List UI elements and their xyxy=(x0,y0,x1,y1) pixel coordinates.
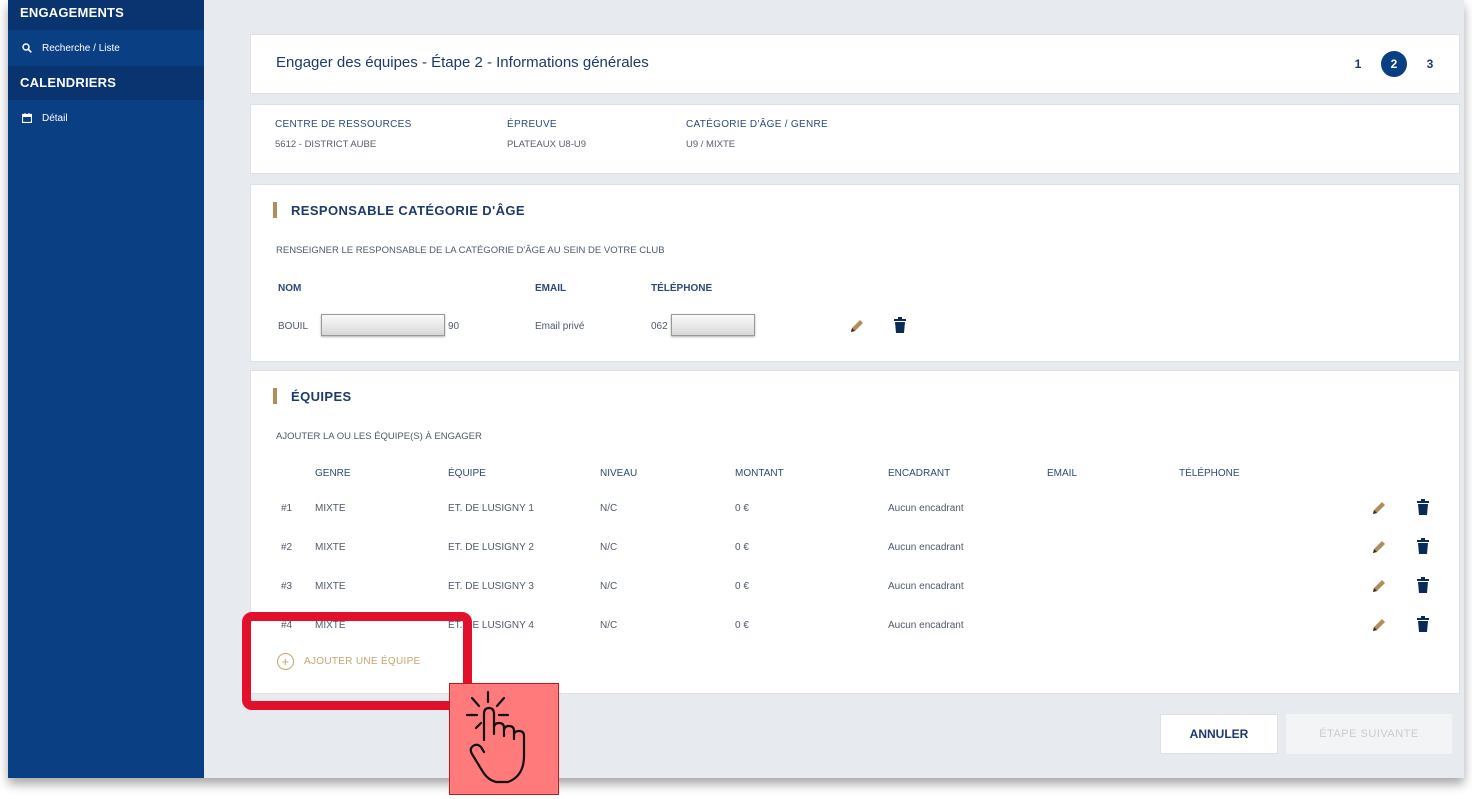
redacted-phone-box xyxy=(671,314,755,336)
equipes-section-title: ÉQUIPES xyxy=(273,388,352,404)
epreuve-label: ÉPREUVE xyxy=(507,119,557,130)
header-email: EMAIL xyxy=(535,283,567,294)
row-encadrant: Aucun encadrant xyxy=(888,620,964,631)
row-montant: 0 € xyxy=(735,542,749,553)
section-accent-bar xyxy=(273,202,277,218)
responsable-subtitle: RENSEIGNER LE RESPONSABLE DE LA CATÉGORI… xyxy=(276,245,665,256)
col-header-email: EMAIL xyxy=(1047,468,1078,479)
row-equipe: ET. DE LUSIGNY 2 xyxy=(448,542,534,553)
delete-team-button[interactable] xyxy=(1416,499,1432,515)
row-niveau: N/C xyxy=(600,503,618,514)
sidebar-item-label: Recherche / Liste xyxy=(42,42,120,54)
sidebar-item-detail[interactable]: Détail xyxy=(8,100,204,136)
row-encadrant: Aucun encadrant xyxy=(888,503,964,514)
row-genre: MIXTE xyxy=(315,581,346,592)
row-genre: MIXTE xyxy=(315,542,346,553)
row-number: #3 xyxy=(281,581,293,592)
row-montant: 0 € xyxy=(735,620,749,631)
edit-team-button[interactable] xyxy=(1371,539,1387,555)
col-header-niveau: NIVEAU xyxy=(600,468,638,479)
section-accent-bar xyxy=(273,388,277,404)
page-title: Engager des équipes - Étape 2 - Informat… xyxy=(276,54,649,71)
redacted-name-box xyxy=(321,314,445,336)
step-2-active[interactable]: 2 xyxy=(1381,51,1407,77)
row-niveau: N/C xyxy=(600,542,618,553)
row-niveau: N/C xyxy=(600,581,618,592)
sidebar-item-label: Détail xyxy=(42,112,68,124)
info-panel: CENTRE DE RESSOURCES 5612 - DISTRICT AUB… xyxy=(250,104,1460,174)
sidebar-item-recherche[interactable]: Recherche / Liste xyxy=(8,30,204,66)
trash-icon xyxy=(1417,616,1429,632)
categorie-label: CATÉGORIE D'ÂGE / GENRE xyxy=(686,119,828,130)
page-header: Engager des équipes - Étape 2 - Informat… xyxy=(250,34,1460,94)
responsable-telephone-start: 062 xyxy=(651,321,668,332)
col-header-telephone: TÉLÉPHONE xyxy=(1179,468,1240,479)
trash-icon xyxy=(1417,577,1429,593)
col-header-montant: MONTANT xyxy=(735,468,784,479)
row-number: #1 xyxy=(281,503,293,514)
responsable-email: Email privé xyxy=(535,321,585,332)
row-encadrant: Aucun encadrant xyxy=(888,542,964,553)
col-header-genre: GENRE xyxy=(315,468,351,479)
trash-icon xyxy=(1417,499,1429,515)
header-nom: NOM xyxy=(278,283,302,294)
equipes-subtitle: AJOUTER LA OU LES ÉQUIPE(S) À ENGAGER xyxy=(276,431,482,442)
delete-responsable-button[interactable] xyxy=(893,317,909,333)
edit-team-button[interactable] xyxy=(1371,500,1387,516)
pencil-icon xyxy=(1373,619,1385,631)
epreuve-value: PLATEAUX U8-U9 xyxy=(507,139,587,150)
responsable-panel: RESPONSABLE CATÉGORIE D'ÂGE RENSEIGNER L… xyxy=(250,184,1460,362)
equipes-title-text: ÉQUIPES xyxy=(291,388,352,404)
delete-team-button[interactable] xyxy=(1416,577,1432,593)
responsable-section-title: RESPONSABLE CATÉGORIE D'ÂGE xyxy=(273,202,525,218)
app-window: ENGAGEMENTS Recherche / Liste CALENDRIER… xyxy=(8,0,1464,778)
trash-icon xyxy=(894,317,906,333)
calendar-icon xyxy=(22,113,32,123)
centre-value: 5612 - DISTRICT AUBE xyxy=(275,139,377,150)
categorie-value: U9 / MIXTE xyxy=(686,139,736,150)
pencil-icon xyxy=(1373,580,1385,592)
col-header-equipe: ÉQUIPE xyxy=(448,468,486,479)
centre-info: CENTRE DE RESSOURCES 5612 - DISTRICT AUB… xyxy=(275,119,412,150)
row-genre: MIXTE xyxy=(315,503,346,514)
step-indicator: 1 2 3 xyxy=(1345,51,1443,77)
step-1[interactable]: 1 xyxy=(1345,51,1371,77)
row-montant: 0 € xyxy=(735,503,749,514)
tap-hand-icon xyxy=(449,683,559,795)
row-equipe: ET. DE LUSIGNY 1 xyxy=(448,503,534,514)
categorie-info: CATÉGORIE D'ÂGE / GENRE U9 / MIXTE xyxy=(686,119,828,150)
sidebar-section-engagements: ENGAGEMENTS xyxy=(8,0,204,30)
trash-icon xyxy=(1417,538,1429,554)
search-icon xyxy=(22,43,32,53)
cancel-button[interactable]: ANNULER xyxy=(1160,714,1278,754)
step-3[interactable]: 3 xyxy=(1417,51,1443,77)
next-step-button[interactable]: ÉTAPE SUIVANTE xyxy=(1286,714,1452,754)
row-montant: 0 € xyxy=(735,581,749,592)
col-header-encadrant: ENCADRANT xyxy=(888,468,951,479)
sidebar-section-calendriers: CALENDRIERS xyxy=(8,66,204,100)
header-telephone: TÉLÉPHONE xyxy=(651,283,713,294)
row-equipe: ET. DE LUSIGNY 3 xyxy=(448,581,534,592)
pencil-icon xyxy=(851,320,863,332)
responsable-title-text: RESPONSABLE CATÉGORIE D'ÂGE xyxy=(291,202,525,218)
pencil-icon xyxy=(1373,541,1385,553)
highlight-box xyxy=(242,612,472,710)
responsable-nom-start: BOUIL xyxy=(278,321,309,332)
delete-team-button[interactable] xyxy=(1416,616,1432,632)
edit-responsable-button[interactable] xyxy=(849,318,865,334)
edit-team-button[interactable] xyxy=(1371,617,1387,633)
edit-team-button[interactable] xyxy=(1371,578,1387,594)
sidebar: ENGAGEMENTS Recherche / Liste CALENDRIER… xyxy=(8,0,204,778)
epreuve-info: ÉPREUVE PLATEAUX U8-U9 xyxy=(507,119,586,150)
centre-label: CENTRE DE RESSOURCES xyxy=(275,119,412,130)
row-niveau: N/C xyxy=(600,620,618,631)
delete-team-button[interactable] xyxy=(1416,538,1432,554)
responsable-nom-end: 90 xyxy=(448,321,460,332)
row-number: #2 xyxy=(281,542,293,553)
pencil-icon xyxy=(1373,502,1385,514)
row-encadrant: Aucun encadrant xyxy=(888,581,964,592)
